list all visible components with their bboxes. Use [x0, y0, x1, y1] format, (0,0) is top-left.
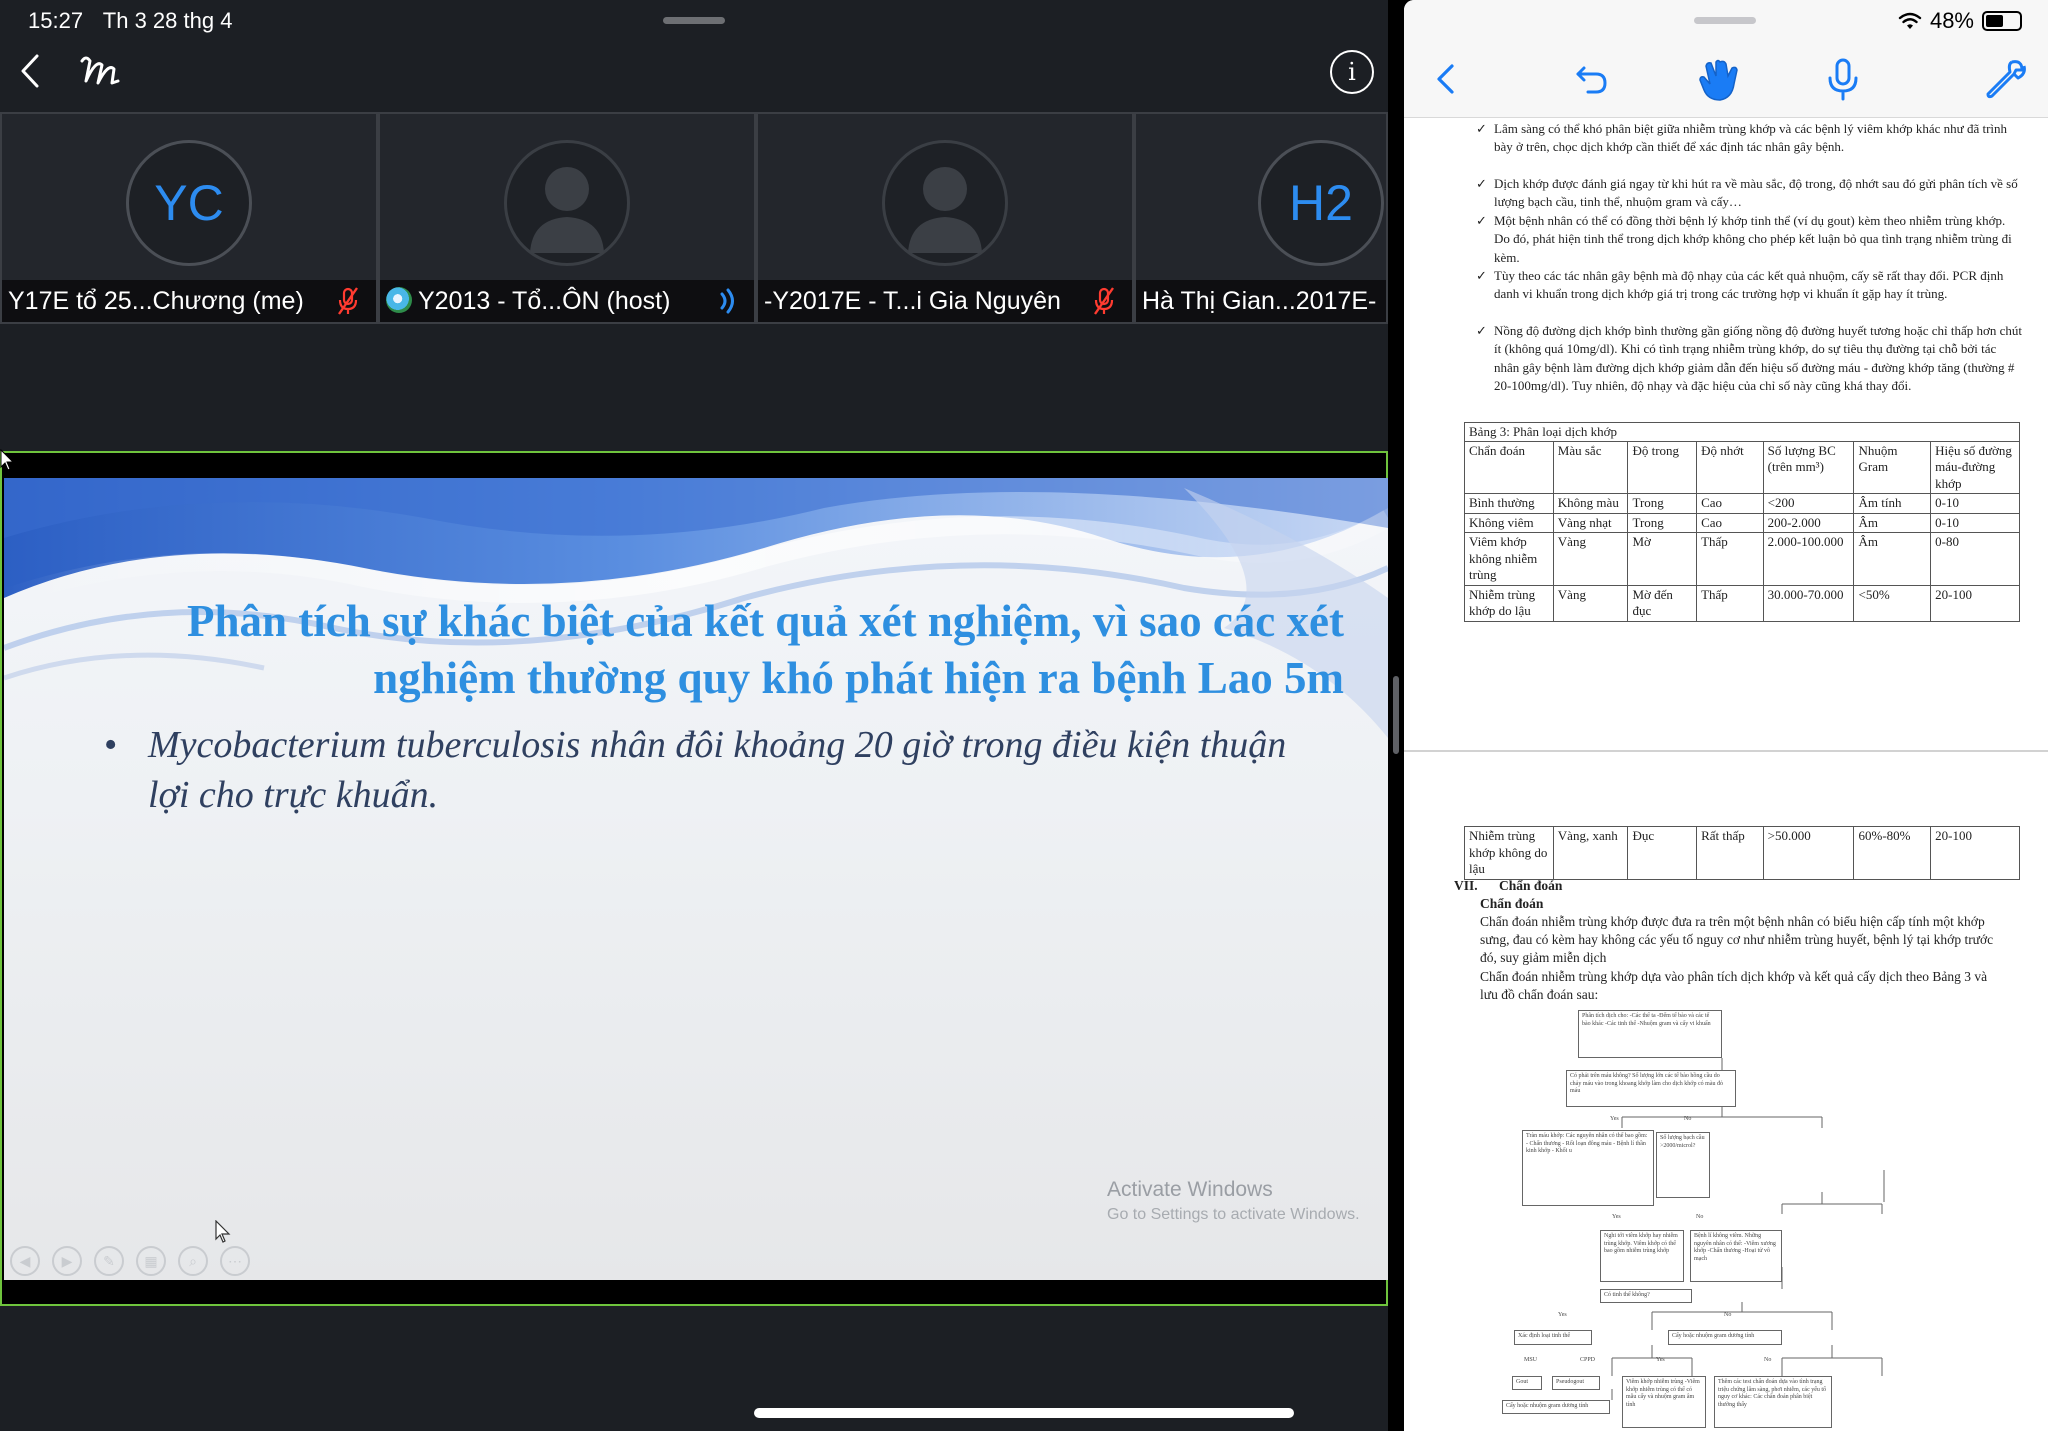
flow-box: Pseudogout [1552, 1376, 1600, 1390]
table-caption: Bảng 3: Phân loại dịch khớp [1464, 422, 2020, 441]
flow-box: Xác định loại tinh thể [1514, 1330, 1592, 1345]
participant-name: -Y2017E - T...i Gia Nguyên [758, 280, 1132, 322]
flow-box: Có tinh thể không? [1600, 1289, 1692, 1303]
hand-tool-icon[interactable] [1694, 54, 1750, 104]
speaking-indicator-icon [720, 288, 734, 314]
slides-grid-icon[interactable]: ▦ [136, 1246, 166, 1276]
pdf-reader-pane: 48% ✓ Lâm sàng có thể khó phân biệt giữa … [1404, 0, 2048, 1431]
doc-bullet: ✓ Một bệnh nhân có thể có đồng thời bệnh … [1476, 213, 2012, 265]
flow-label: CPPD [1580, 1357, 1596, 1363]
doc-bullet: ✓ Dịch khớp được đánh giá ngay từ khi hút… [1476, 176, 2018, 210]
multitask-grabber[interactable] [1694, 17, 1756, 24]
flow-box: Tràn máu khớp: Các nguyên nhân có thể ba… [1522, 1130, 1654, 1206]
slide-bullet: • Mycobacterium tuberculosis nhân đôi kh… [104, 720, 1308, 820]
pen-tool-icon[interactable]: ✎ [94, 1246, 124, 1276]
participant-tile[interactable]: H2 Hà Thị Gian...2017E- [1134, 112, 1388, 324]
mic-muted-icon [338, 287, 358, 315]
status-bar-right: 48% [1898, 8, 2022, 34]
home-indicator[interactable] [754, 1408, 1294, 1418]
pdf-page[interactable]: ✓ Lâm sàng có thể khó phân biệt giữa nhiễ… [1404, 118, 2048, 750]
battery-icon [1982, 11, 2022, 31]
undo-icon[interactable] [1568, 54, 1614, 104]
flow-box: Cấy hoặc nhuộm gram dương tính [1668, 1330, 1782, 1345]
mouse-cursor-icon [0, 449, 14, 471]
zoom-meeting-pane: 15:27 Th 3 28 thg 4 i YC Y17E tổ 25...Ch… [0, 0, 1388, 1431]
battery-percent: 48% [1929, 8, 1974, 33]
table-row: Nhiễm trùng khớp do lậu Vàng Mờ đến đục Thấ… [1464, 584, 2020, 622]
more-options-icon[interactable]: ⋯ [220, 1246, 250, 1276]
next-slide-icon[interactable]: ▶ [52, 1246, 82, 1276]
participant-name: Y17E tổ 25...Chương (me) [2, 280, 376, 322]
slide-title: Phân tích sự khác biệt của kết quả xét n… [187, 596, 1344, 703]
flow-box: Thêm các test chẩn đoán dựa vào tình trạ… [1714, 1376, 1832, 1428]
avatar: H2 [1258, 140, 1384, 266]
participant-tile[interactable]: -Y2017E - T...i Gia Nguyên [756, 112, 1134, 324]
status-time: 15:27 [28, 8, 84, 33]
flow-label: No [1696, 1214, 1704, 1220]
flow-box: Viêm khớp nhiễm trùng -Viêm khớp nhiễm t… [1622, 1376, 1706, 1428]
flow-label: No [1684, 1116, 1692, 1122]
table-row: Không viêm Vàng nhạt Trong Cao 200-2.000 Âm 0-… [1464, 512, 2020, 533]
flow-label: Yes [1558, 1312, 1567, 1318]
split-view-handle[interactable] [1393, 676, 1399, 754]
zoom-slide-icon[interactable]: ⌕ [178, 1246, 208, 1276]
host-avatar-icon [386, 287, 412, 313]
bullet-dot-icon: • [104, 724, 118, 766]
info-icon[interactable]: i [1330, 50, 1374, 94]
status-date: Th 3 28 thg 4 [102, 8, 233, 33]
avatar-placeholder-icon [504, 140, 630, 266]
avatar-placeholder-icon [882, 140, 1008, 266]
activate-windows-watermark: Activate Windows Go to Settings to activ… [1107, 1178, 1360, 1223]
back-chevron-icon[interactable] [10, 48, 50, 94]
participant-name: Y2013 - Tổ...ÔN (host) [380, 280, 754, 322]
back-chevron-icon[interactable] [1424, 54, 1470, 104]
table-header-row: Chẩn đoán Màu sắc Độ trong Độ nhớt Số lư… [1464, 440, 2020, 494]
participant-tile[interactable]: YC Y17E tổ 25...Chương (me) [0, 112, 378, 324]
prev-slide-icon[interactable]: ◀ [10, 1246, 40, 1276]
doc-bullet: ✓ Tùy theo các tác nhân gây bệnh mà độ nh… [1476, 268, 2004, 302]
table-row: Viêm khớp không nhiễm trùng Vàng Mờ Thấp 2.0… [1464, 532, 2020, 586]
presentation-slide: Phân tích sự khác biệt của kết quả xét n… [4, 478, 1388, 1280]
participant-tile[interactable]: Y2013 - Tổ...ÔN (host) [378, 112, 756, 324]
flow-box: Cấy hoặc nhuộm gram dương tính [1502, 1400, 1610, 1414]
slide-controls: ◀ ▶ ✎ ▦ ⌕ ⋯ [10, 1246, 250, 1276]
flow-label: Yes [1656, 1357, 1665, 1363]
split-view-divider[interactable] [1388, 0, 1404, 1431]
avatar: YC [126, 140, 252, 266]
flow-box: Nghi tới viêm khớp hay nhiễm trùng khớp.… [1600, 1230, 1684, 1282]
wifi-icon [1898, 12, 1922, 29]
doc-bullet: ✓ Lâm sàng có thể khó phân biệt giữa nhiễ… [1476, 121, 2008, 155]
table-row: Bình thường Không màu Trong Cao <200 Âm tính 0… [1464, 493, 2020, 514]
multitask-grabber[interactable] [663, 17, 725, 24]
flow-box: Có phải trên máu không? Số lượng lớn các… [1566, 1070, 1736, 1107]
pdf-page[interactable]: Nhiễm trùng khớp không do lậu Vàng, xanh… [1404, 752, 2048, 1431]
flow-label: Yes [1612, 1214, 1621, 1220]
shared-screen[interactable]: Phân tích sự khác biệt của kết quả xét n… [0, 451, 1388, 1306]
annotate-pen-icon[interactable] [74, 48, 126, 94]
status-bar-left: 15:27 Th 3 28 thg 4 [28, 8, 246, 34]
flow-label: MSU [1524, 1357, 1538, 1363]
flow-box: Phân tích dịch cho: -Các thể ta -Đếm tế … [1578, 1010, 1722, 1058]
flow-box: Gout [1512, 1376, 1542, 1390]
reader-toolbar: 48% [1404, 0, 2048, 118]
mic-muted-icon [1094, 287, 1114, 315]
fluid-classification-table: Bảng 3: Phân loại dịch khớp Chẩn đoán Mà… [1464, 422, 2020, 622]
flow-box: Số lượng bạch cầu >2000/microl? [1656, 1132, 1710, 1198]
flow-label: No [1764, 1357, 1772, 1363]
participant-name: Hà Thị Gian...2017E- [1136, 280, 1386, 322]
microphone-icon[interactable] [1820, 54, 1866, 104]
screen: 15:27 Th 3 28 thg 4 i YC Y17E tổ 25...Ch… [0, 0, 2048, 1431]
wrench-settings-icon[interactable] [1982, 54, 2028, 104]
flow-label: No [1724, 1312, 1732, 1318]
doc-bullet: ✓ Nồng độ đường dịch khớp bình thường gần… [1476, 323, 2022, 393]
mouse-cursor-icon [215, 1220, 231, 1243]
flow-label: Yes [1610, 1116, 1619, 1122]
flow-box: Bệnh lí không viêm. Những nguyên nhân có… [1690, 1230, 1782, 1282]
